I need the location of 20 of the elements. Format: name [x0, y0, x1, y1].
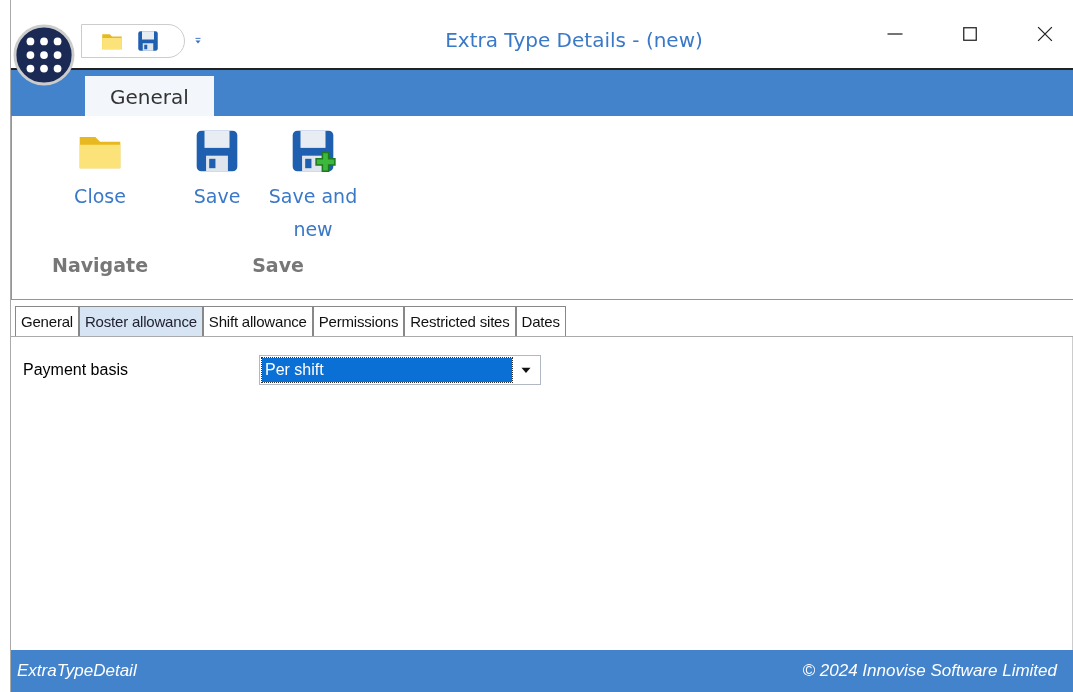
copyright-text: © 2024 Innovise Software Limited — [802, 661, 1057, 681]
tab[interactable]: Permissions — [312, 306, 405, 336]
group-label: Navigate — [52, 254, 148, 276]
tab[interactable]: Dates — [515, 306, 566, 336]
tab[interactable]: Shift allowance — [202, 306, 313, 336]
dropdown-field[interactable]: Per shift — [259, 355, 541, 385]
ribbon-button[interactable]: Close — [58, 126, 142, 254]
ribbon-button[interactable]: Save and new — [258, 126, 368, 254]
group-label: Save — [252, 254, 304, 276]
ribbon-tab[interactable]: General — [85, 76, 214, 116]
tab[interactable]: General — [15, 306, 79, 336]
tab[interactable]: Roster allowance — [78, 306, 203, 336]
ribbon-button[interactable]: Save — [188, 126, 246, 254]
field-label: Payment basis — [23, 361, 129, 379]
tab[interactable]: Restricted sites — [404, 306, 516, 336]
close-icon[interactable] — [1035, 24, 1055, 44]
window-title: Extra Type Details - (new) — [444, 28, 704, 52]
status-text: ExtraTypeDetail — [17, 661, 137, 681]
dropdown-icon[interactable] — [193, 36, 203, 46]
maximize-icon[interactable] — [960, 24, 980, 44]
